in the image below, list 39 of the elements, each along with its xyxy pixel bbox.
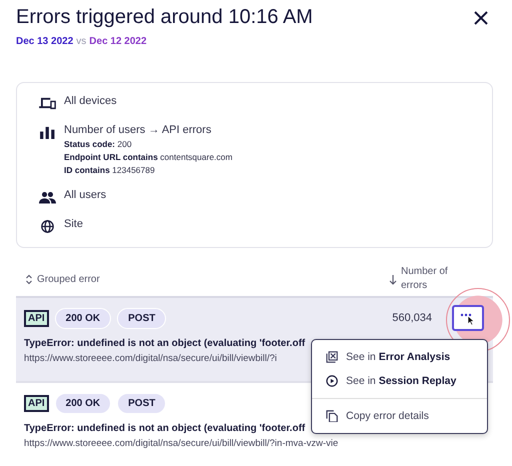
filter-label: All users — [64, 189, 106, 201]
current-date: Dec 13 2022 — [16, 36, 74, 47]
filter-condition: Status code: 200 — [64, 139, 133, 149]
column-header[interactable]: Number of errors — [401, 265, 473, 293]
analysis-icon — [326, 351, 338, 363]
previous-date: Dec 12 2022 — [89, 36, 147, 47]
filter-label: Site — [64, 218, 83, 230]
globe-icon — [39, 220, 56, 233]
sort-down-icon[interactable] — [389, 274, 397, 284]
cursor-icon — [468, 315, 475, 325]
users-icon — [39, 191, 56, 204]
bar-chart-icon — [39, 126, 56, 139]
sort-icon[interactable] — [25, 274, 33, 284]
status-tag: 200 OK — [54, 392, 112, 414]
close-icon[interactable] — [474, 10, 488, 24]
play-icon — [326, 375, 338, 387]
dialog-title: Errors triggered around 10:16 AM — [16, 6, 313, 29]
devices-icon — [39, 97, 56, 110]
filter-condition: Endpoint URL contains contentsquare.com — [64, 152, 232, 162]
type-badge: API — [24, 394, 49, 412]
more-button[interactable] — [452, 305, 484, 331]
more-icon[interactable] — [460, 314, 472, 316]
type-badge: API — [24, 310, 49, 326]
copy-icon — [326, 410, 338, 422]
filter-condition: ID contains 123456789 — [64, 165, 156, 175]
error-message: TypeError: undefined is not an object (evaluating 'footer.off — [24, 338, 306, 349]
method-tag: POST — [117, 308, 166, 328]
filter-label: All devices — [64, 95, 117, 107]
error-url: https://www.storeeee.com/digital/nsa/secure/ui/bill/viewbill/?i — [24, 353, 277, 364]
filter-label: Number of users → API errors — [64, 124, 212, 136]
error-url: https://www.storeeee.com/digital/nsa/secure/ui/bill/viewbill/?in-mva-vzw-vie — [24, 438, 338, 449]
error-count: 560,034 — [392, 312, 432, 324]
method-tag: POST — [117, 392, 166, 414]
column-header[interactable]: Grouped error — [37, 274, 100, 284]
status-tag: 200 OK — [54, 308, 112, 328]
menu-item[interactable]: See in Error Analysis — [312, 345, 487, 369]
menu-item[interactable]: Copy error details — [312, 404, 487, 428]
versus-label: vs — [76, 36, 86, 47]
error-message: TypeError: undefined is not an object (evaluating 'footer.off — [24, 423, 306, 434]
